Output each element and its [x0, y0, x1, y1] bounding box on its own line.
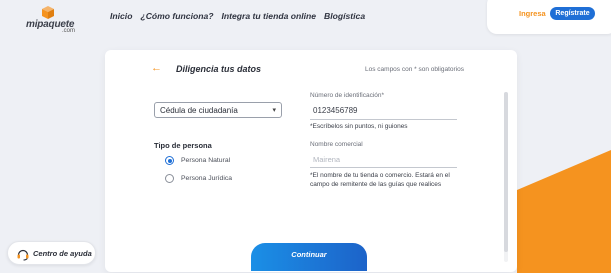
radio-persona-natural[interactable]: [165, 156, 174, 165]
trade-name-input[interactable]: Mairena: [313, 155, 340, 164]
login-link[interactable]: Ingresa: [519, 9, 546, 18]
scrollbar-thumb[interactable]: [504, 92, 508, 252]
document-type-select[interactable]: Cédula de ciudadanía ▾: [154, 102, 282, 118]
nav-link-integra-tienda[interactable]: Integra tu tienda online: [222, 11, 317, 21]
back-arrow-icon[interactable]: ←: [151, 62, 162, 74]
person-type-label: Tipo de persona: [154, 141, 212, 150]
id-number-underline: [310, 119, 457, 120]
document-type-value: Cédula de ciudadanía: [160, 106, 238, 115]
required-fields-note: Los campos con * son obligatorios: [365, 66, 465, 73]
id-number-hint: *Escríbelos sin puntos, ni guiones: [310, 123, 408, 130]
radio-persona-juridica[interactable]: [165, 174, 174, 183]
trade-name-underline: [310, 167, 457, 168]
chevron-down-icon: ▾: [272, 107, 276, 114]
radio-persona-natural-label[interactable]: Persona Natural: [181, 157, 230, 164]
trade-name-hint-line-1: *El nombre de tu tienda o comercio. Esta…: [310, 172, 450, 179]
nav-link-blogistica[interactable]: Blogística: [324, 11, 365, 21]
radio-persona-juridica-label[interactable]: Persona Jurídica: [181, 175, 232, 182]
continue-button[interactable]: Continuar: [251, 243, 367, 271]
trade-name-hint-line-2: campo de remitente de las guías que real…: [310, 181, 442, 188]
logo-domain: .com: [62, 28, 76, 34]
nav-link-como-funciona[interactable]: ¿Cómo funciona?: [140, 11, 213, 21]
id-number-input[interactable]: 0123456789: [313, 106, 358, 115]
id-number-label: Número de identificación*: [310, 92, 385, 99]
help-center-button[interactable]: Centro de ayuda: [7, 241, 96, 265]
headset-icon: [17, 249, 29, 261]
package-logo-icon: [42, 6, 54, 19]
help-center-label: Centro de ayuda: [33, 249, 92, 258]
logo[interactable]: mipaquete .com: [26, 6, 78, 34]
trade-name-label: Nombre comercial: [310, 141, 363, 148]
register-button[interactable]: Regístrate: [550, 7, 595, 20]
main-nav: Inicio ¿Cómo funciona? Integra tu tienda…: [110, 11, 365, 21]
form-title: Diligencia tus datos: [176, 64, 262, 74]
nav-link-inicio[interactable]: Inicio: [110, 11, 132, 21]
